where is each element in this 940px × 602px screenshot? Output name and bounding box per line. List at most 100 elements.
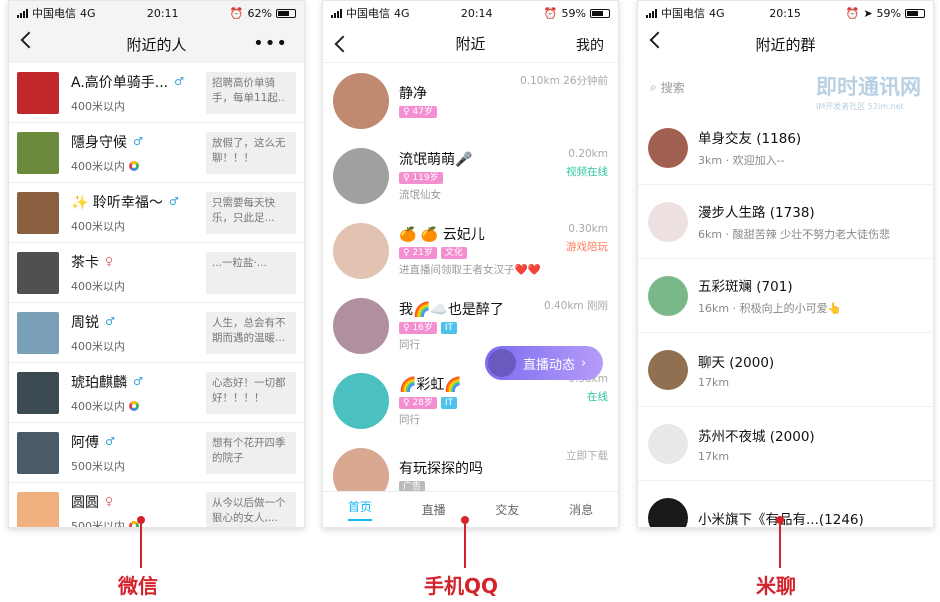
list-item[interactable]: 五彩斑斓 (701) 16km · 积极向上的小可爱👆 (638, 259, 933, 333)
distance: 0.20km (568, 148, 608, 160)
avatar (488, 349, 516, 377)
tab-2[interactable]: 交友 (495, 501, 519, 518)
network: 4G (394, 6, 410, 20)
list-item[interactable]: 单身交友 (1186) 3km · 欢迎加入-- (638, 111, 933, 185)
back-icon[interactable] (334, 35, 352, 53)
list-item[interactable]: 茶卡 ♀ 400米以内 ...一粒盐·... (9, 243, 304, 303)
list-item[interactable]: 静净 ♀ 47岁 0.10km 26分钟前 (323, 63, 618, 138)
location-icon: ➤ (863, 6, 873, 20)
distance-row: 400米以内 (71, 218, 206, 234)
nav-bar: 附近的人 ••• (9, 25, 304, 63)
search-placeholder: 搜索 (660, 80, 685, 95)
list-item[interactable]: ✨ 聆听幸福～ ♂ 400米以内 只需要每天快乐，只此足... (9, 183, 304, 243)
person-name-row: 茶卡 ♀ (71, 252, 206, 272)
person-subtitle: 流氓仙女 (399, 189, 441, 201)
person-name: ✨ 聆听幸福～ (71, 194, 163, 211)
status-badge: 在线 (587, 391, 608, 403)
group-info: 五彩斑斓 (701) 16km · 积极向上的小可爱👆 (698, 275, 841, 316)
clock: 20:14 (460, 6, 493, 20)
person-info: 茶卡 ♀ 400米以内 (71, 252, 206, 294)
battery-icon (589, 8, 610, 18)
battery-icon (275, 8, 296, 18)
male-icon: ♂ (105, 315, 115, 328)
male-icon: ♂ (133, 375, 143, 388)
back-icon[interactable] (20, 31, 38, 49)
signal-icon (17, 8, 28, 18)
avatar (17, 71, 59, 114)
signature: 人生，总会有不期而遇的温暖... (206, 311, 296, 354)
tag-row: ♀ 47岁 (399, 106, 608, 118)
distance: 500米以内 (71, 519, 125, 528)
nav-bar: 附近的群 (638, 25, 933, 63)
male-icon: ♂ (133, 135, 143, 148)
male-icon: ♂ (105, 435, 115, 448)
list-item[interactable]: 阿傅 ♂ 500米以内 想有个花开四季的院子 (9, 423, 304, 483)
male-icon: ♂ (168, 195, 179, 208)
nearby-people-list: 静净 ♀ 47岁 0.10km 26分钟前 流氓萌萌🎤 ♀ 119岁 流氓仙女 … (323, 63, 618, 513)
tab-bar: 首页 直播 交友 消息 (323, 491, 618, 527)
person-subtitle: 进直播间领取王者女汉子❤️❤️ (399, 264, 541, 276)
callout-line (779, 520, 781, 568)
person-info: 静净 ♀ 47岁 (399, 83, 608, 118)
profile-tag: ♀ 28岁 (399, 397, 437, 409)
page-title: 附近的群 (755, 35, 816, 54)
profile-tag: 文化 (440, 247, 467, 259)
tab-0[interactable]: 首页 (347, 498, 372, 521)
comparison-stage: 中国电信 4G 20:11 ⏰ 62% 附近的人 ••• A.高价单骑手... ♂ 4… (0, 0, 940, 602)
list-item[interactable]: 漫步人生路 (1738) 6km · 酸甜苦辣 少壮不努力老大徒伤悲 (638, 185, 933, 259)
list-item[interactable]: 🍊 🍊 云妃儿 ♀ 21岁 文化 进直播间领取王者女汉子❤️❤️ 0.30km 游… (323, 213, 618, 288)
person-name-row: 阿傅 ♂ (71, 432, 206, 452)
live-feed-button[interactable]: 直播动态 › (485, 346, 603, 380)
list-item[interactable]: 圆圆 ♀ 500米以内 从今以后做一个狠心的女人,... (9, 483, 304, 528)
female-icon: ♀ (105, 495, 114, 508)
list-item[interactable]: 苏州不夜城 (2000) 17km (638, 407, 933, 481)
list-item[interactable]: A.高价单骑手... ♂ 400米以内 招聘高价单骑手，每单11起.. (9, 63, 304, 123)
list-item[interactable]: 聊天 (2000) 17km (638, 333, 933, 407)
list-item[interactable]: 隱身守候 ♂ 400米以内 放假了，这么无聊！！！ (9, 123, 304, 183)
person-name: 阿傅 (71, 434, 99, 451)
mine-link[interactable]: 我的 (576, 35, 604, 55)
list-item[interactable]: 小米旗下《有品有...(1246) (638, 481, 933, 527)
meta: 0.30km 游戏陪玩 (566, 223, 608, 254)
back-icon[interactable] (649, 31, 667, 49)
meta: 立即下载 (566, 448, 608, 463)
list-item[interactable]: 流氓萌萌🎤 ♀ 119岁 流氓仙女 0.20km 视频在线 (323, 138, 618, 213)
more-icon[interactable]: ••• (253, 33, 288, 54)
battery-percent: 62% (247, 6, 272, 20)
status-badge: 游戏陪玩 (566, 241, 608, 253)
list-item[interactable]: 周锐 ♂ 400米以内 人生，总会有不期而遇的温暖... (9, 303, 304, 363)
qq-screen: 中国电信 4G 20:14 ⏰ 59% 附近 我的 静净 ♀ 47岁 0.10km … (322, 0, 619, 528)
tab-1[interactable]: 直播 (422, 501, 446, 518)
distance: 0.10km 26分钟前 (520, 75, 608, 87)
chevron-right-icon: › (581, 355, 587, 371)
wechat-screen: 中国电信 4G 20:11 ⏰ 62% 附近的人 ••• A.高价单骑手... ♂ 4… (8, 0, 305, 528)
group-name: 单身交友 (1186) (698, 131, 802, 147)
person-name-row: A.高价单骑手... ♂ (71, 72, 206, 92)
alarm-icon: ⏰ (229, 6, 244, 20)
caption-wechat: 微信 (118, 574, 158, 598)
avatar (648, 275, 688, 316)
network: 4G (709, 6, 725, 20)
male-icon: ♂ (174, 75, 185, 88)
group-subtitle: 17km (698, 449, 730, 463)
distance-row: 400米以内 (71, 158, 206, 174)
avatar (648, 423, 688, 464)
person-info: 有玩探探的吗 广告 (399, 458, 608, 493)
group-subtitle: 16km · 积极向上的小可爱👆 (698, 302, 842, 315)
signal-icon (646, 8, 657, 18)
list-item[interactable]: 琥珀麒麟 ♂ 400米以内 心态好！一切都好！！！！ (9, 363, 304, 423)
signature: 心态好！一切都好！！！！ (206, 371, 296, 414)
signature: 招聘高价单骑手，每单11起.. (206, 71, 296, 114)
avatar (333, 297, 389, 354)
person-name: 圆圆 (71, 494, 99, 511)
avatar (648, 127, 688, 168)
nearby-people-list: A.高价单骑手... ♂ 400米以内 招聘高价单骑手，每单11起.. 隱身守候 ♂… (9, 63, 304, 528)
tab-3[interactable]: 消息 (569, 501, 593, 518)
tag-row: ♀ 16岁 IT (399, 322, 608, 334)
group-info: 漫步人生路 (1738) 6km · 酸甜苦辣 少壮不努力老大徒伤悲 (698, 201, 890, 242)
person-name: 琥珀麒麟 (71, 374, 127, 391)
person-info: 周锐 ♂ 400米以内 (71, 312, 206, 354)
signature: ...一粒盐·... (206, 251, 296, 294)
person-name: 茶卡 (71, 254, 99, 271)
distance: 0.30km (568, 223, 608, 235)
